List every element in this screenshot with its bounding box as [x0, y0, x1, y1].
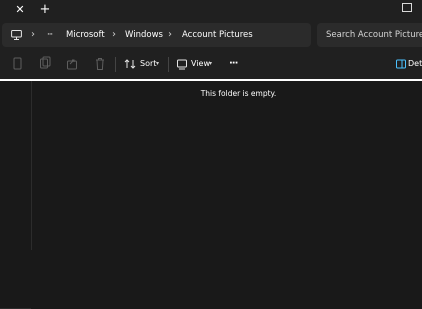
- navigation-pane[interactable]: [0, 81, 32, 309]
- maximize-button[interactable]: [402, 3, 412, 12]
- close-tab-button[interactable]: ✕: [13, 3, 27, 17]
- view-label: View: [191, 59, 210, 68]
- cut-icon[interactable]: [12, 56, 24, 72]
- title-bar: ✕ +: [0, 0, 422, 20]
- delete-icon[interactable]: [94, 56, 106, 72]
- sort-icon: [124, 56, 136, 72]
- breadcrumb-overflow-button[interactable]: ···: [47, 23, 53, 47]
- breadcrumb-chevron-icon: ›: [112, 29, 116, 40]
- details-pane-icon: [396, 56, 406, 72]
- breadcrumb-windows[interactable]: Windows: [125, 23, 163, 47]
- command-bar: Sort ▾ View ▾ ··· Det: [0, 50, 422, 79]
- address-box[interactable]: › ··· Microsoft › Windows › Account Pict…: [2, 23, 311, 47]
- chevron-down-icon: ▾: [156, 60, 160, 67]
- view-button[interactable]: View ▾: [176, 56, 220, 72]
- breadcrumb-chevron-icon: ›: [168, 29, 172, 40]
- computer-icon[interactable]: [11, 23, 22, 47]
- view-icon: [176, 56, 188, 72]
- chevron-down-icon: ▾: [209, 60, 213, 67]
- share-icon[interactable]: [66, 56, 78, 72]
- file-list-area[interactable]: This folder is empty.: [32, 81, 422, 250]
- empty-folder-message: This folder is empty.: [200, 89, 277, 98]
- sort-label: Sort: [140, 59, 157, 68]
- details-label: Det: [408, 59, 422, 68]
- sort-button[interactable]: Sort ▾: [124, 56, 165, 72]
- search-input[interactable]: [317, 23, 422, 47]
- copy-icon[interactable]: [39, 56, 51, 72]
- breadcrumb-chevron-icon: ›: [31, 29, 35, 40]
- details-button[interactable]: Det: [396, 56, 422, 72]
- breadcrumb-microsoft[interactable]: Microsoft: [66, 23, 105, 47]
- more-options-button[interactable]: ···: [229, 56, 245, 72]
- new-tab-button[interactable]: +: [38, 2, 52, 18]
- address-bar: › ··· Microsoft › Windows › Account Pict…: [0, 20, 422, 50]
- toolbar-divider: [168, 57, 169, 72]
- more-icon: ···: [229, 58, 238, 69]
- breadcrumb-account-pictures[interactable]: Account Pictures: [182, 23, 253, 47]
- toolbar-divider: [115, 57, 116, 72]
- search-box[interactable]: [317, 23, 422, 47]
